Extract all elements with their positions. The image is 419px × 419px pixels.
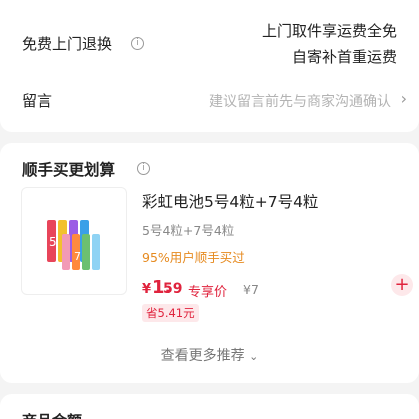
info-icon[interactable]: i [131,37,144,50]
product-thumbnail[interactable]: 5 7 [21,187,127,295]
deals-title: 顺手买更划算 [22,161,116,179]
product-sold-hint: 95%用户顺手买过 [142,250,245,265]
chevron-down-icon: ⌄ [249,350,259,363]
product-name[interactable]: 彩虹电池5号4粒+7号4粒 [142,190,318,212]
plus-icon[interactable]: + [391,274,413,296]
info-icon[interactable]: i [137,162,150,175]
more-recommendations-button[interactable]: 查看更多推荐 ⌄ [0,345,419,365]
note-placeholder[interactable]: 建议留言前先与商家沟通确认 [209,91,391,111]
chevron-right-icon: › [400,89,407,108]
battery-image: 5 7 [47,220,100,270]
exclusive-price-tag: 专享价 [188,285,228,300]
shipping-line1: 上门取件享运费全免 [261,22,397,40]
product-spec: 5号4粒+7号4粒 [142,223,235,238]
shipping-line2: 自寄补首重运费 [291,48,397,66]
free-return-label: 免费上门退换 [22,35,113,53]
price-decimal: 59 [163,281,183,297]
original-price: ¥7 [243,282,259,297]
note-label: 留言 [22,92,53,110]
bottom-title: 商品金额 [22,410,82,419]
svg-text:5: 5 [49,235,57,249]
svg-text:7: 7 [74,250,81,263]
price-symbol: ¥ [142,282,152,297]
more-label: 查看更多推荐 [160,348,245,364]
service-card: 免费上门退换 i 上门取件享运费全免 自寄补首重运费 留言 建议留言前先与商家沟… [0,0,419,132]
save-badge: 省5.41元 [142,304,199,322]
